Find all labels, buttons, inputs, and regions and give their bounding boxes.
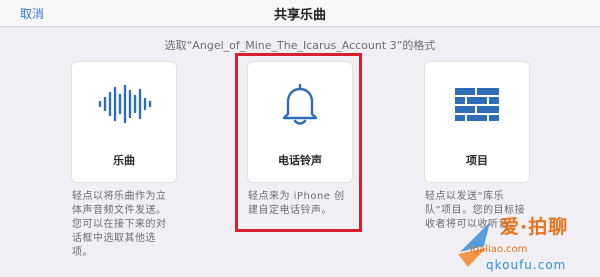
song-card[interactable]: 乐曲 [72, 62, 176, 182]
waveform-icon [98, 84, 152, 124]
option-ringtone: 电话铃声 轻点来为 iPhone 创建自定电话铃声。 [248, 62, 352, 218]
page-title: 共享乐曲 [273, 8, 326, 23]
ringtone-card[interactable]: 电话铃声 [248, 62, 352, 182]
song-description: 轻点以将乐曲作为立体声音频文件发送。您可以在接下来的对话框中选取其他选项。 [72, 191, 167, 258]
song-label: 乐曲 [113, 154, 135, 167]
project-card[interactable]: 项目 [425, 62, 529, 182]
option-project: 项目 轻点以发送“库乐队”项目。您的目标接收者将可以收听音。 [425, 62, 529, 232]
brick-wall-icon [455, 88, 499, 121]
option-song: 乐曲 轻点以将乐曲作为立体声音频文件发送。您可以在接下来的对话框中选取其他选项。 [72, 62, 176, 260]
bell-icon [282, 83, 318, 125]
ringtone-description: 轻点来为 iPhone 创建自定电话铃声。 [248, 191, 345, 216]
watermark-text: 爱·拍聊 [500, 216, 569, 238]
watermark-url-large: qkoufu.com [486, 258, 567, 272]
project-label: 项目 [466, 154, 488, 167]
watermark-url-small: igaliao.com [470, 244, 528, 255]
ringtone-label: 电话铃声 [278, 154, 322, 167]
format-prompt: 选取“Angel_of_Mine_The_Icarus_Account 3”的格… [164, 39, 436, 52]
navigation-bar: 取消 共享乐曲 [0, 0, 600, 27]
